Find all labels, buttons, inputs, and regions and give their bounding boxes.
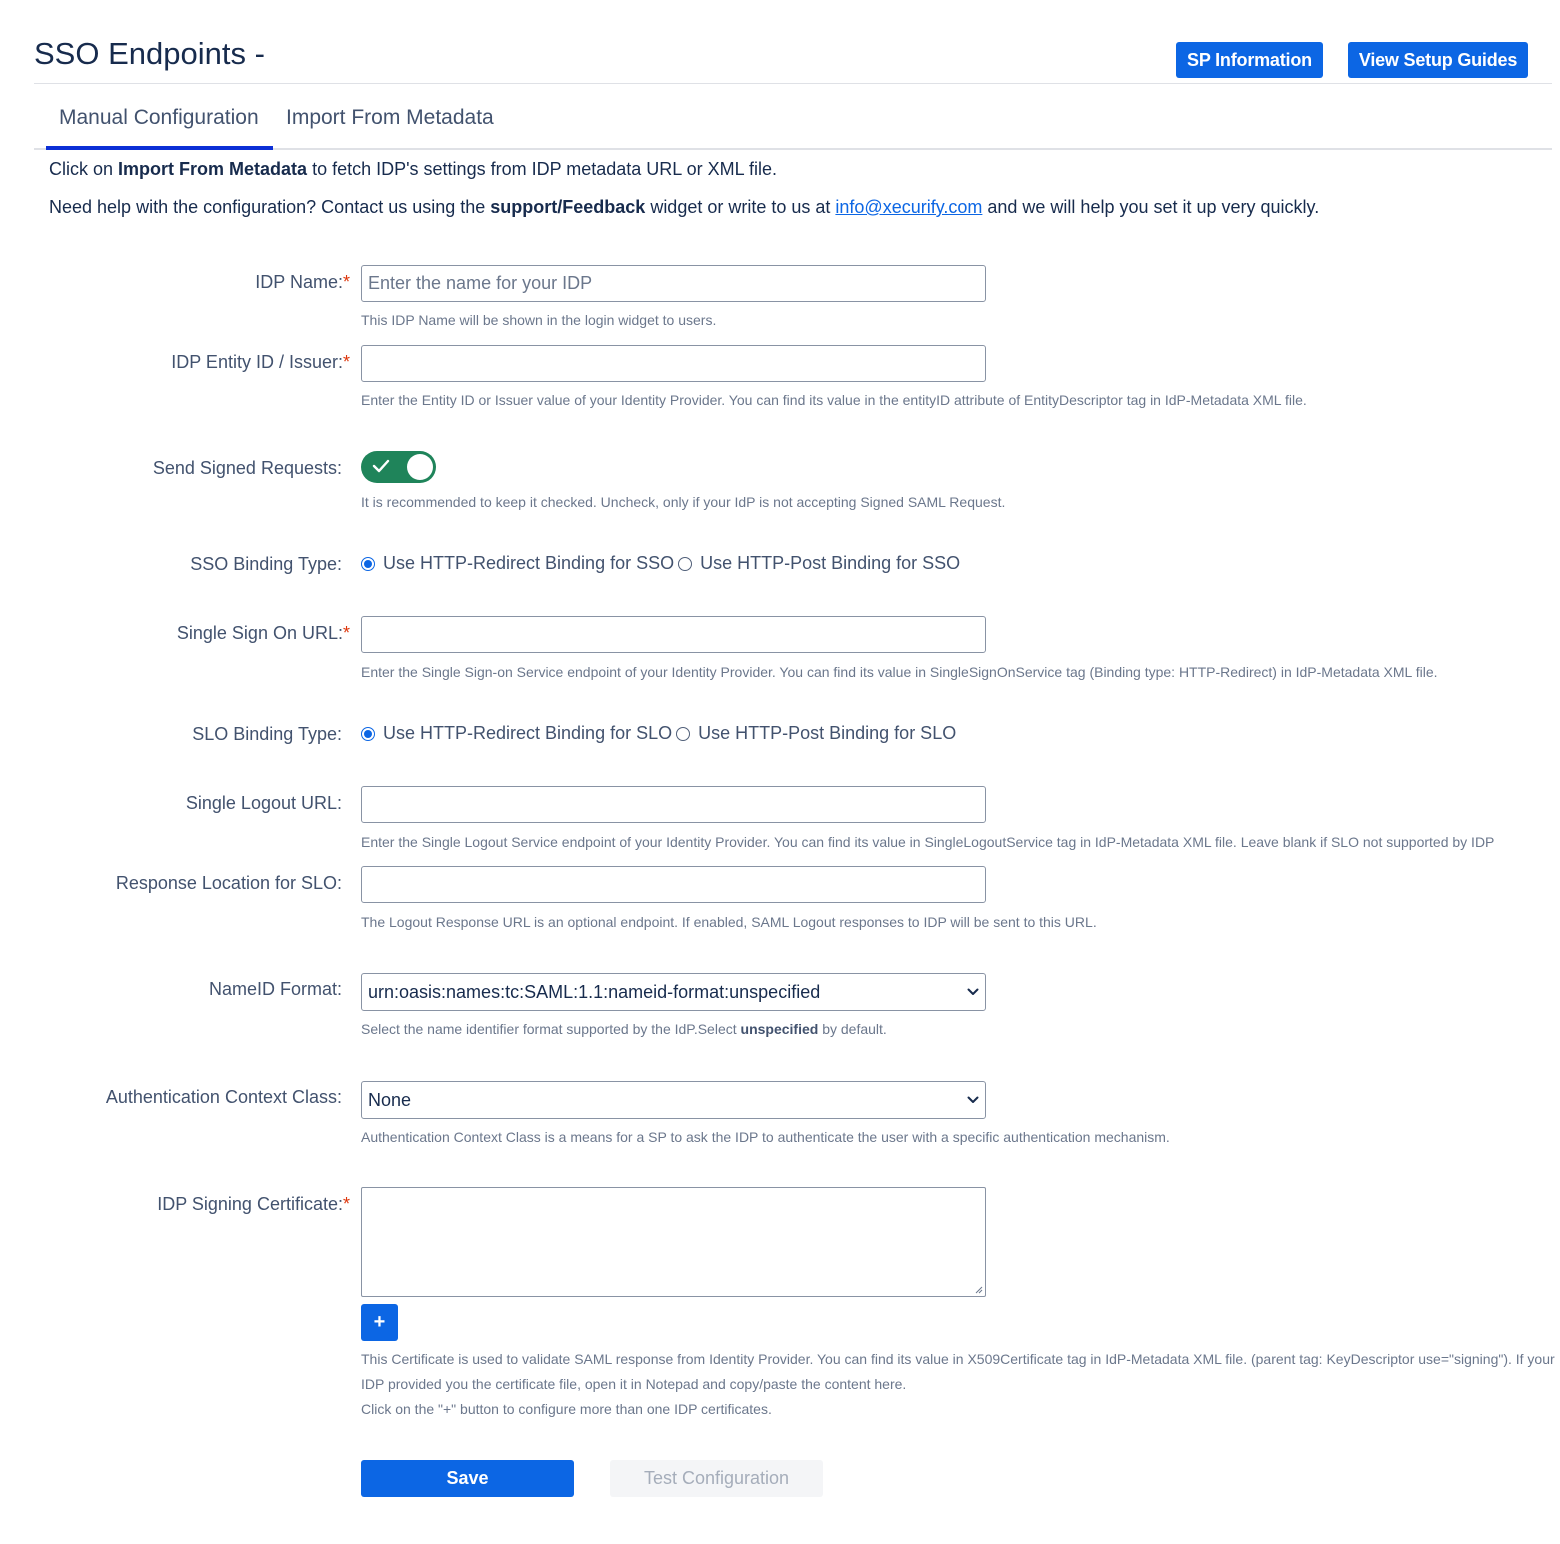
auth-context-value: None [368, 1089, 412, 1110]
auth-context-label: Authentication Context Class: [105, 1087, 342, 1107]
intro-import-hint: Click on Import From Metadata to fetch I… [49, 159, 778, 179]
sso-url-input[interactable] [361, 616, 986, 653]
slo-binding-label: SLO Binding Type: [192, 724, 342, 744]
auth-context-help: Authentication Context Class is a means … [361, 1129, 1170, 1145]
intro-help-text: Need help with the configuration? Contac… [49, 197, 1320, 217]
chevron-down-icon [967, 1096, 979, 1103]
idp-name-label: IDP Name:* [255, 272, 350, 292]
header-divider [34, 83, 1552, 84]
slo-url-help: Enter the Single Logout Service endpoint… [361, 834, 1495, 850]
slo-binding-options: Use HTTP-Redirect Binding for SLO Use HT… [361, 723, 960, 744]
save-button[interactable]: Save [361, 1460, 574, 1497]
nameid-format-select[interactable]: urn:oasis:names:tc:SAML:1.1:nameid-forma… [361, 973, 986, 1011]
sso-url-help: Enter the Single Sign-on Service endpoin… [361, 664, 1438, 680]
add-certificate-button[interactable]: + [361, 1304, 398, 1341]
view-setup-guides-button[interactable]: View Setup Guides [1348, 42, 1528, 78]
page-title: SSO Endpoints - [34, 36, 265, 71]
sso-post-label[interactable]: Use HTTP-Post Binding for SSO [700, 553, 960, 574]
support-feedback-text: support/Feedback [490, 197, 646, 217]
slo-redirect-radio[interactable] [361, 726, 375, 741]
tab-manual-configuration[interactable]: Manual Configuration [59, 106, 259, 130]
chevron-down-icon [967, 988, 979, 995]
slo-response-input[interactable] [361, 866, 986, 903]
entity-id-help: Enter the Entity ID or Issuer value of y… [361, 392, 1307, 408]
certificate-help-1: This Certificate is used to validate SAM… [361, 1351, 1555, 1367]
signed-requests-label: Send Signed Requests: [152, 458, 342, 478]
certificate-help-2: IDP provided you the certificate file, o… [361, 1376, 907, 1392]
slo-post-label[interactable]: Use HTTP-Post Binding for SLO [698, 723, 956, 744]
sso-redirect-label[interactable]: Use HTTP-Redirect Binding for SSO [383, 553, 674, 574]
toggle-knob [407, 454, 433, 480]
slo-redirect-label[interactable]: Use HTTP-Redirect Binding for SLO [383, 723, 672, 744]
sso-binding-label: SSO Binding Type: [190, 554, 342, 574]
sso-post-radio[interactable] [678, 556, 693, 571]
import-from-metadata-text: Import From Metadata [118, 159, 308, 179]
signed-requests-help: It is recommended to keep it checked. Un… [361, 494, 1006, 510]
active-tab-indicator [46, 146, 273, 150]
slo-response-help: The Logout Response URL is an optional e… [361, 914, 1097, 930]
nameid-format-help: Select the name identifier format suppor… [361, 1021, 887, 1037]
nameid-format-label: NameID Format: [208, 979, 342, 999]
auth-context-select[interactable]: None [361, 1081, 986, 1119]
certificate-label: IDP Signing Certificate:* [157, 1194, 350, 1214]
sso-redirect-radio[interactable] [361, 556, 375, 571]
slo-response-label: Response Location for SLO: [115, 873, 342, 893]
entity-id-label: IDP Entity ID / Issuer:* [171, 352, 350, 372]
slo-url-label: Single Logout URL: [185, 793, 342, 813]
certificate-help-3: Click on the "+" button to configure mor… [361, 1401, 772, 1417]
sso-url-label: Single Sign On URL:* [176, 623, 350, 643]
test-configuration-button[interactable]: Test Configuration [610, 1460, 823, 1497]
slo-post-radio[interactable] [676, 726, 691, 741]
tab-import-from-metadata[interactable]: Import From Metadata [286, 106, 494, 130]
slo-url-input[interactable] [361, 786, 986, 823]
resize-grip-icon[interactable] [973, 1284, 983, 1294]
certificate-textarea[interactable] [361, 1187, 986, 1297]
check-icon [372, 459, 390, 473]
support-email-link[interactable]: info@xecurify.com [835, 197, 982, 217]
idp-name-help: This IDP Name will be shown in the login… [361, 312, 717, 328]
nameid-format-value: urn:oasis:names:tc:SAML:1.1:nameid-forma… [368, 981, 821, 1002]
sp-information-button[interactable]: SP Information [1176, 42, 1323, 78]
entity-id-input[interactable] [361, 345, 986, 382]
signed-requests-toggle[interactable] [361, 451, 436, 483]
idp-name-input[interactable] [361, 265, 986, 302]
sso-binding-options: Use HTTP-Redirect Binding for SSO Use HT… [361, 553, 964, 574]
